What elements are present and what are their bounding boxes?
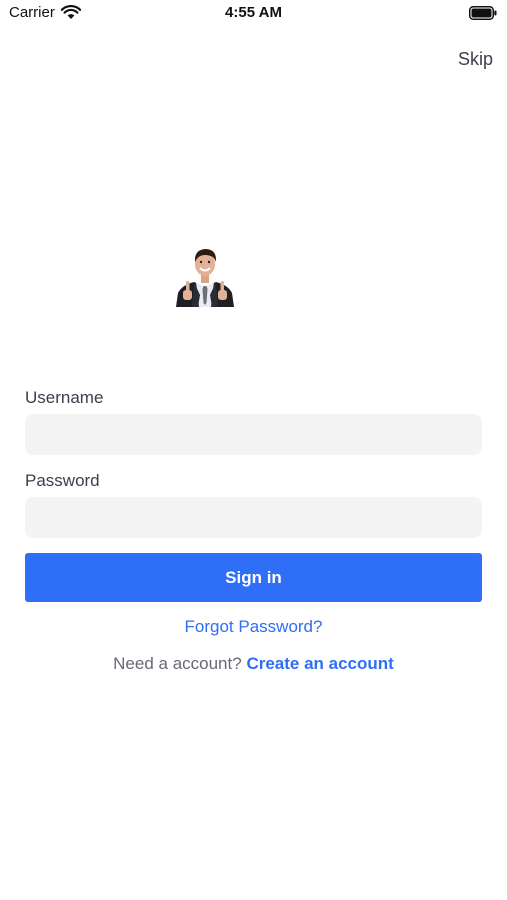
- businessman-thumbs-up-avatar: [176, 249, 234, 307]
- battery-icon: [469, 6, 497, 20]
- username-input[interactable]: [25, 414, 482, 455]
- username-label: Username: [25, 388, 104, 407]
- signup-prompt: Need a account?: [113, 654, 242, 673]
- create-account-link[interactable]: Create an account: [246, 654, 393, 673]
- forgot-password-link[interactable]: Forgot Password?: [0, 617, 507, 637]
- signup-line: Need a account? Create an account: [0, 654, 507, 674]
- status-bar: Carrier 4:55 AM: [0, 0, 507, 28]
- status-time: 4:55 AM: [225, 4, 282, 21]
- skip-button[interactable]: Skip: [458, 49, 493, 70]
- sign-in-button[interactable]: Sign in: [25, 553, 482, 602]
- password-label: Password: [25, 471, 100, 490]
- password-input[interactable]: [25, 497, 482, 538]
